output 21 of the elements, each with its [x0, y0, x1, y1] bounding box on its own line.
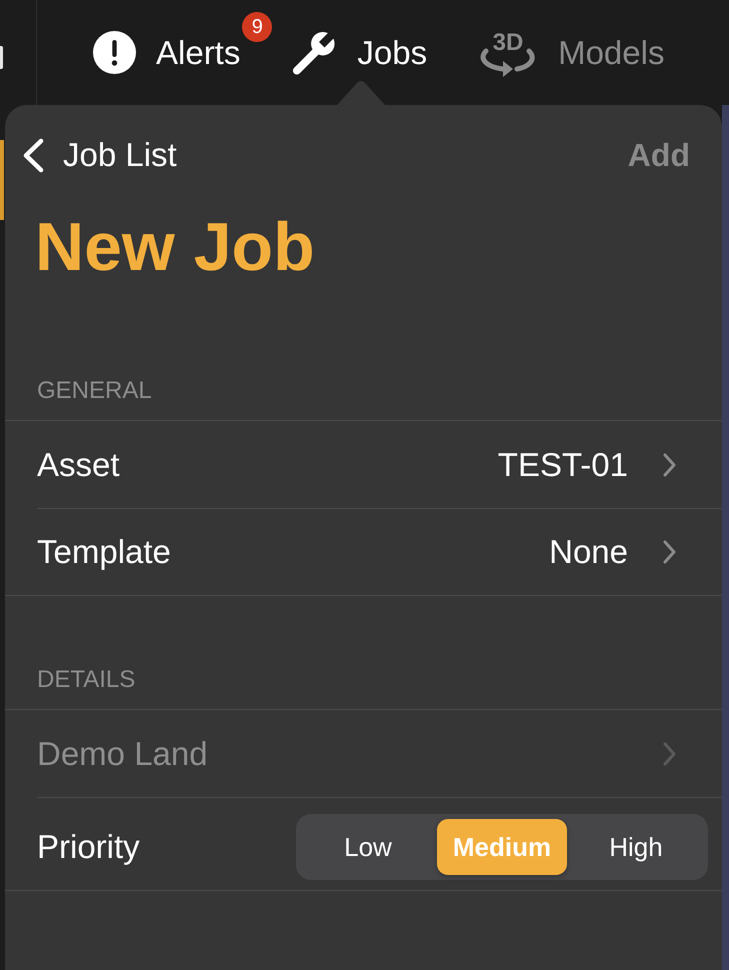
tab[interactable]: Alerts: [93, 0, 240, 105]
segment-option[interactable]: Low: [303, 819, 433, 875]
edge-mark: [0, 46, 3, 69]
section-header: DETAILS: [37, 668, 136, 692]
chevron-right-icon: [662, 740, 677, 766]
row-label[interactable]: Asset: [37, 446, 120, 484]
chevron-left-icon: [22, 138, 45, 172]
row-value[interactable]: TEST-01: [498, 446, 628, 484]
segment-option[interactable]: High: [571, 819, 701, 875]
chevron-right-icon[interactable]: [662, 539, 677, 565]
row-label[interactable]: Template: [37, 533, 171, 571]
notification-badge: 9: [242, 12, 272, 42]
page-title: New Job: [35, 208, 315, 286]
section-header: GENERAL: [37, 379, 152, 403]
row-value[interactable]: None: [549, 533, 628, 571]
back-button[interactable]: Job List: [22, 136, 177, 174]
row-label: Demo Land: [37, 734, 208, 772]
row-label: Priority: [37, 828, 140, 866]
chevron-right-icon[interactable]: [662, 452, 677, 478]
alert-icon: [93, 31, 136, 74]
tab[interactable]: Jobs: [290, 0, 428, 105]
